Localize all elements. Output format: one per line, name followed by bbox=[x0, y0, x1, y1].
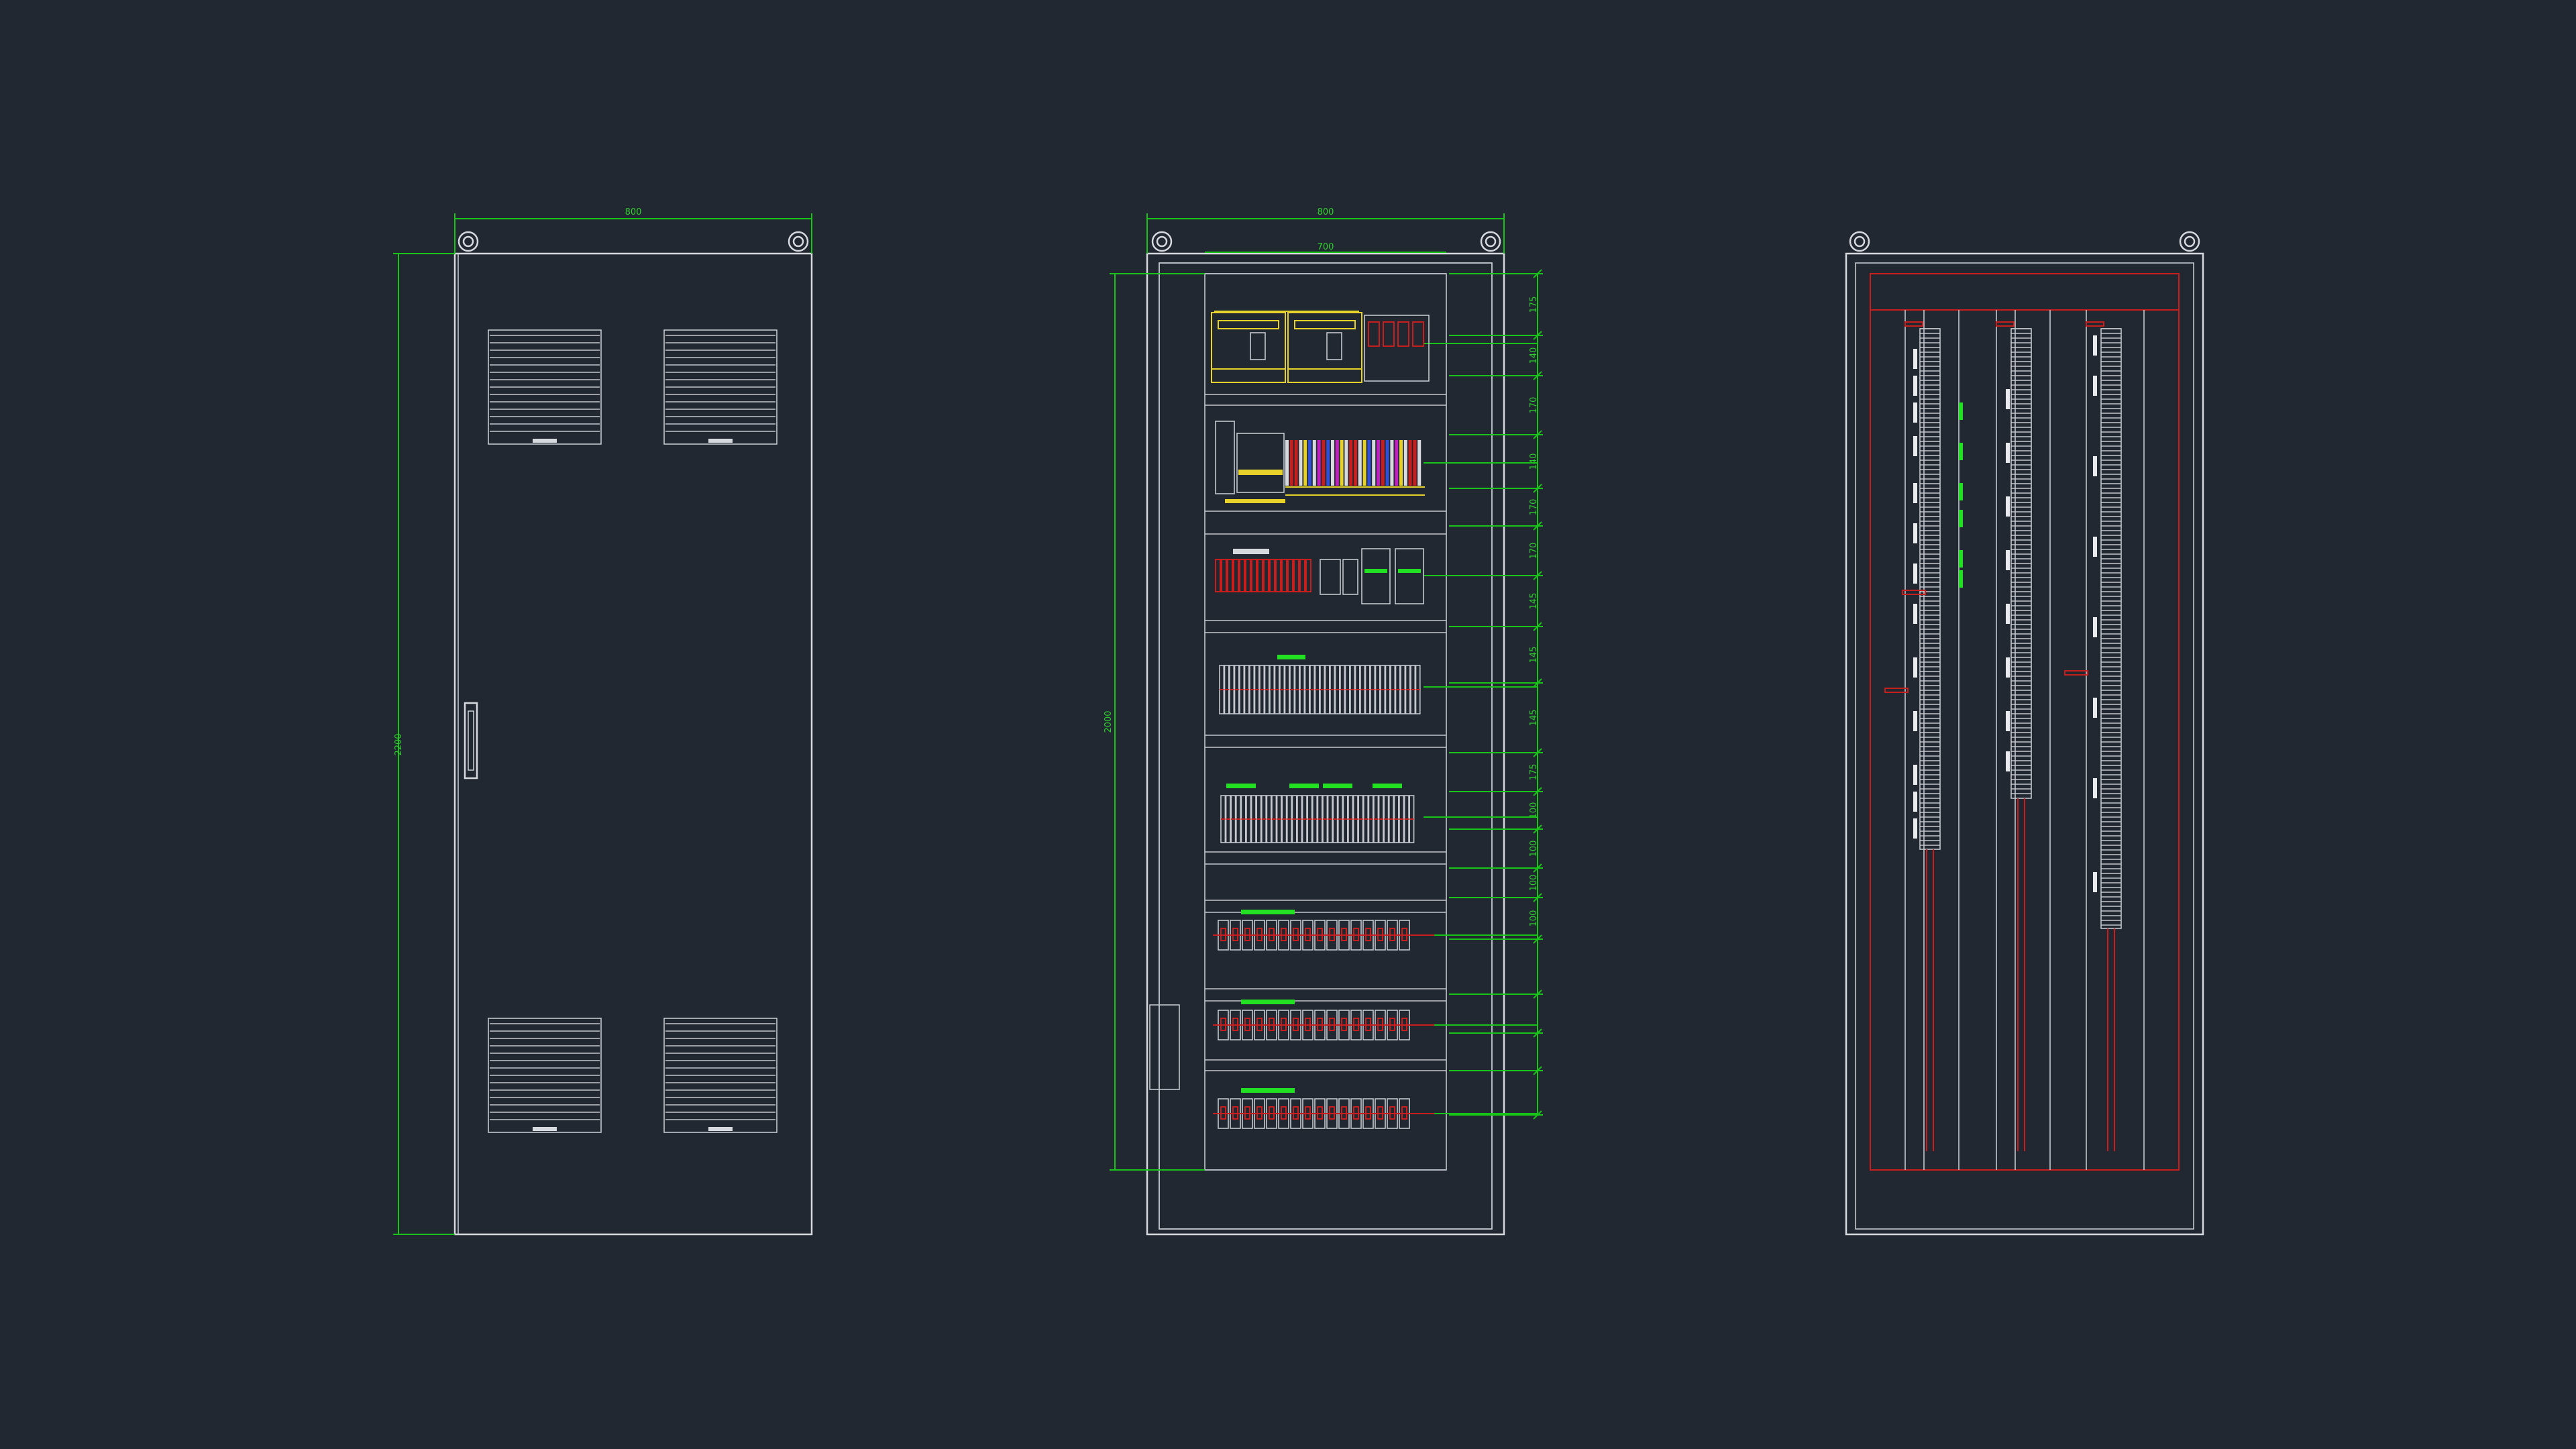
rail-marker bbox=[1913, 483, 1917, 503]
cabinet-side-view bbox=[1845, 231, 2204, 1236]
row-4-terminals bbox=[1219, 655, 1421, 714]
row-dim-label: 100 bbox=[1529, 841, 1539, 857]
inner-height-dim-text: 2000 bbox=[1104, 710, 1114, 733]
cabinet-front-view: 800 2200 bbox=[393, 207, 813, 1236]
rail-marker bbox=[2093, 617, 2097, 637]
rail-marker bbox=[1913, 376, 1917, 396]
component-rows bbox=[1205, 273, 1538, 1171]
row-dim-label: 175 bbox=[1529, 764, 1539, 781]
rail-marker bbox=[2093, 698, 2097, 718]
row-7-breakers bbox=[1213, 1000, 1434, 1040]
rail-marker bbox=[2093, 872, 2097, 892]
lifting-eye-left-2 bbox=[1151, 231, 1173, 252]
mounting-plate bbox=[1204, 273, 1447, 1171]
row-2-plc-terminals bbox=[1215, 421, 1425, 503]
row-dim-label: 170 bbox=[1529, 543, 1539, 559]
rail-marker bbox=[1913, 523, 1917, 543]
row-dim-label: 170 bbox=[1529, 499, 1539, 516]
plate-width-dim-text: 700 bbox=[1318, 242, 1334, 252]
row-dim-label: 140 bbox=[1529, 453, 1539, 470]
row-dim-label: 145 bbox=[1529, 710, 1539, 727]
lifting-eye-left-3 bbox=[1849, 231, 1870, 252]
rail-indicator bbox=[1959, 570, 1963, 588]
rail-indicator bbox=[1959, 483, 1963, 500]
lifting-eye-right-2 bbox=[1480, 231, 1501, 252]
row-dim-label: 145 bbox=[1529, 593, 1539, 610]
rail-marker bbox=[1913, 436, 1917, 456]
lifting-eye-left bbox=[458, 231, 479, 252]
terminal-rail-3 bbox=[2086, 321, 2122, 1151]
cabinet-door-outline bbox=[453, 252, 813, 1236]
row-dim-label: 140 bbox=[1529, 347, 1539, 364]
front-height-dim-text: 2200 bbox=[394, 733, 404, 755]
rail-marker bbox=[2093, 335, 2097, 356]
lifting-eye-right bbox=[788, 231, 809, 252]
row-5-terminals bbox=[1220, 784, 1415, 843]
rail-marker bbox=[1913, 349, 1917, 369]
cad-drawing-canvas: 800 2200 800 700 2000 175140170140170170… bbox=[393, 207, 2204, 1236]
rail-marker bbox=[1913, 818, 1917, 839]
louver-3 bbox=[488, 1018, 602, 1133]
terminal-rail-1 bbox=[1904, 321, 1941, 1151]
row-dim-label: 100 bbox=[1529, 875, 1539, 892]
row-dim-label: 145 bbox=[1529, 647, 1539, 663]
rail-marker bbox=[2006, 443, 2010, 463]
row-3-relays bbox=[1215, 548, 1424, 604]
rail-marker bbox=[2093, 778, 2097, 798]
rail-marker bbox=[1913, 604, 1917, 624]
rail-indicator bbox=[1959, 510, 1963, 527]
front-width-dimension: 800 bbox=[454, 207, 812, 254]
rail-indicator bbox=[1959, 550, 1963, 568]
rail-marker bbox=[1913, 792, 1917, 812]
rail-marker bbox=[2006, 657, 2010, 678]
louver-4 bbox=[663, 1018, 777, 1133]
louver-2 bbox=[663, 329, 777, 445]
front-width-dim-text: 800 bbox=[625, 207, 642, 217]
louver-1 bbox=[488, 329, 602, 445]
rail-marker bbox=[1913, 711, 1917, 731]
inner-width-dim-text: 800 bbox=[1318, 207, 1334, 217]
row-dim-label: 170 bbox=[1529, 397, 1539, 414]
rail-indicator bbox=[1959, 402, 1963, 420]
rail-marker bbox=[2006, 496, 2010, 517]
rail-marker bbox=[2006, 604, 2010, 624]
rail-indicator bbox=[1959, 443, 1963, 460]
cabinet-inner-view: 800 700 2000 175 140 170 140 170 170 145 145 145… bbox=[1104, 207, 1543, 1236]
door-handle bbox=[464, 702, 478, 780]
rail-marker bbox=[2006, 751, 2010, 771]
rail-tag bbox=[1884, 688, 1909, 693]
ventilation-louvers bbox=[488, 329, 777, 1133]
row-dim-label: 100 bbox=[1529, 910, 1539, 927]
row-6-breakers bbox=[1213, 910, 1434, 951]
rail-tag bbox=[2064, 670, 2088, 676]
rail-marker bbox=[1913, 402, 1917, 423]
inner-width-dimension: 800 700 bbox=[1146, 207, 1505, 254]
rail-marker bbox=[2006, 550, 2010, 570]
rail-marker bbox=[2093, 456, 2097, 476]
row-1-drives bbox=[1211, 311, 1430, 383]
lifting-eye-right-3 bbox=[2179, 231, 2200, 252]
rail-marker bbox=[1913, 564, 1917, 584]
inner-door-handle bbox=[1149, 1004, 1180, 1090]
rail-marker bbox=[2006, 711, 2010, 731]
rail-tag bbox=[1902, 590, 1926, 595]
rail-marker bbox=[2006, 389, 2010, 409]
row-dim-label: 175 bbox=[1529, 297, 1539, 313]
row-dim-label: 100 bbox=[1529, 802, 1539, 819]
terminal-rail-2 bbox=[1996, 321, 2032, 1151]
inner-height-dimension: 2000 bbox=[1104, 273, 1205, 1171]
rail-marker bbox=[2093, 537, 2097, 557]
front-height-dimension: 2200 bbox=[393, 253, 455, 1235]
inner-cabinet-outline bbox=[1146, 252, 1505, 1236]
rail-marker bbox=[1913, 765, 1917, 785]
rail-marker bbox=[2093, 376, 2097, 396]
row-8-breakers bbox=[1213, 1088, 1434, 1129]
rail-marker bbox=[1913, 657, 1917, 678]
